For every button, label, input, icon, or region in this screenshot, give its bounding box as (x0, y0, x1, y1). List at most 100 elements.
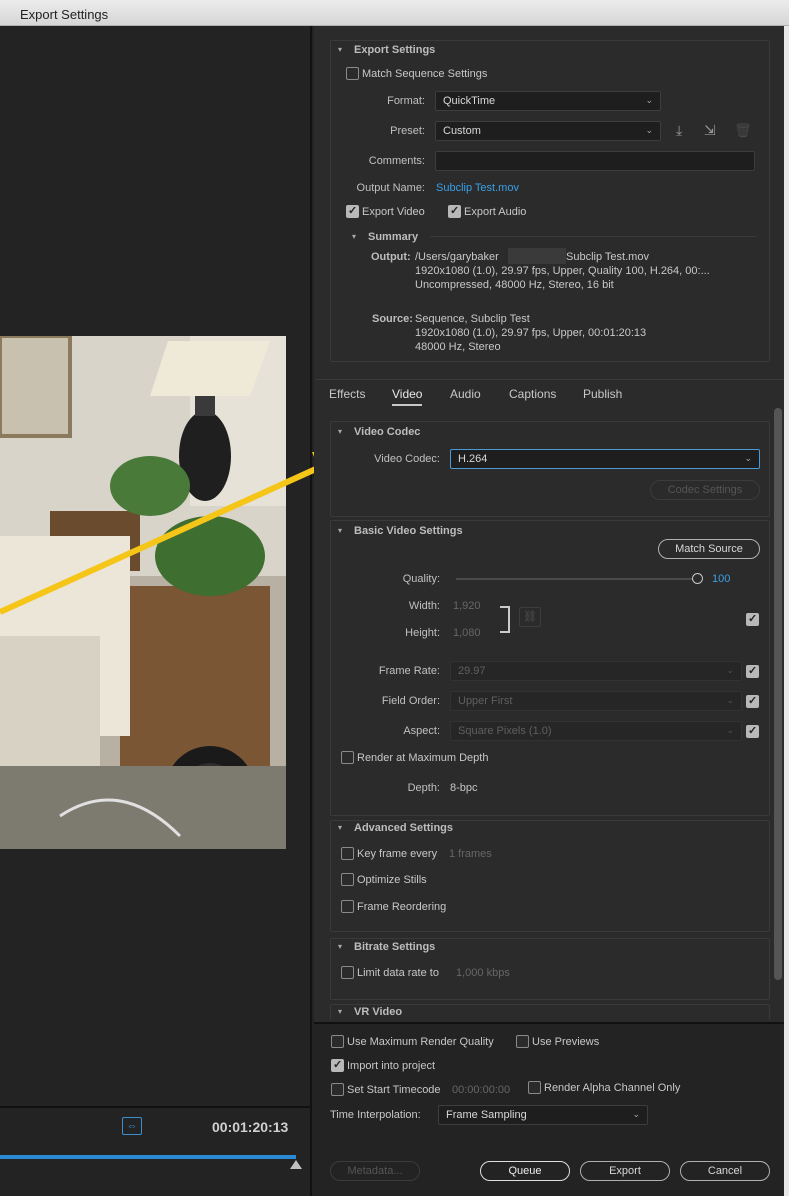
playhead-marker-icon[interactable] (290, 1160, 302, 1169)
chevron-down-icon: ⌄ (726, 665, 734, 675)
comments-input[interactable] (435, 151, 755, 171)
window-titlebar: Export Settings (0, 0, 789, 26)
frame-rate-dropdown[interactable]: 29.97 ⌄ (450, 661, 742, 681)
aspect-checkbox[interactable] (746, 725, 759, 738)
output-label: Output: (371, 251, 411, 263)
format-dropdown[interactable]: QuickTime ⌄ (435, 91, 661, 111)
format-label: Format: (387, 95, 425, 107)
timeline-scrubber[interactable] (0, 1155, 296, 1159)
metadata-button[interactable]: Metadata... (330, 1161, 420, 1181)
max-render-quality-checkbox[interactable] (331, 1035, 344, 1048)
width-label: Width: (408, 600, 440, 612)
match-sequence-label: Match Sequence Settings (362, 68, 488, 80)
source-line-2: 1920x1080 (1.0), 29.97 fps, Upper, 00:01… (415, 327, 647, 339)
set-start-timecode-checkbox[interactable] (331, 1083, 344, 1096)
preset-dropdown[interactable]: Custom ⌄ (435, 121, 661, 141)
quality-label: Quality: (402, 573, 440, 585)
tab-effects[interactable]: Effects (329, 387, 365, 401)
tab-video[interactable]: Video (392, 387, 423, 406)
field-order-dropdown[interactable]: Upper First ⌄ (450, 691, 742, 711)
field-order-label: Field Order: (381, 695, 440, 707)
settings-scrollbar[interactable] (774, 408, 782, 980)
output-line-1b: Subclip Test.mov (566, 251, 649, 263)
bitrate-settings-title: Bitrate Settings (354, 941, 436, 953)
frame-rate-label: Frame Rate: (378, 665, 440, 677)
quality-value[interactable]: 100 (712, 573, 730, 585)
advanced-settings-title: Advanced Settings (354, 822, 454, 834)
preset-label: Preset: (390, 125, 425, 137)
export-video-label: Export Video (362, 206, 425, 218)
unlink-icon[interactable]: ⛓ (519, 607, 541, 627)
tab-audio[interactable]: Audio (450, 387, 481, 401)
export-audio-checkbox[interactable] (448, 205, 461, 218)
cancel-button[interactable]: Cancel (680, 1161, 770, 1181)
dimensions-checkbox[interactable] (746, 613, 759, 626)
limit-data-rate-value[interactable]: 1,000 kbps (456, 967, 510, 979)
optimize-stills-checkbox[interactable] (341, 873, 354, 886)
keyframe-checkbox[interactable] (341, 847, 354, 860)
frame-rate-checkbox[interactable] (746, 665, 759, 678)
collapse-icon[interactable]: ▾ (338, 45, 342, 54)
frame-reordering-checkbox[interactable] (341, 900, 354, 913)
height-value[interactable]: 1,080 (453, 627, 481, 639)
output-name-label: Output Name: (356, 182, 425, 194)
time-interpolation-label: Time Interpolation: (330, 1109, 421, 1121)
render-max-depth-checkbox[interactable] (341, 751, 354, 764)
use-previews-label: Use Previews (532, 1036, 600, 1048)
chevron-down-icon: ⌄ (632, 1109, 640, 1119)
output-line-1: /Users/garybaker (415, 251, 499, 263)
import-into-project-checkbox[interactable] (331, 1059, 344, 1072)
use-previews-checkbox[interactable] (516, 1035, 529, 1048)
source-line-3: 48000 Hz, Stereo (415, 341, 501, 353)
collapse-icon[interactable]: ▾ (338, 823, 342, 832)
collapse-icon[interactable]: ▾ (352, 232, 356, 241)
quality-slider-thumb[interactable] (692, 573, 703, 584)
output-name-link[interactable]: Subclip Test.mov (436, 182, 519, 194)
export-settings-title: Export Settings (354, 44, 436, 56)
alpha-channel-checkbox[interactable] (528, 1081, 541, 1094)
frame-reordering-label: Frame Reordering (357, 901, 447, 913)
aspect-label: Aspect: (403, 725, 440, 737)
chevron-down-icon: ⌄ (645, 125, 653, 135)
timecode-display: 00:01:20:13 (212, 1119, 289, 1135)
export-audio-label: Export Audio (464, 206, 527, 218)
link-bracket (500, 606, 510, 633)
source-label: Source: (372, 313, 413, 325)
import-into-project-label: Import into project (347, 1060, 436, 1072)
annotation-arrow (0, 452, 348, 615)
import-preset-icon[interactable]: ⇲ (704, 122, 716, 139)
start-timecode-value[interactable]: 00:00:00:00 (452, 1084, 510, 1096)
output-line-3: Uncompressed, 48000 Hz, Stereo, 16 bit (415, 279, 614, 291)
quality-slider-track[interactable] (456, 578, 698, 580)
delete-preset-icon[interactable]: 🗑 (734, 122, 752, 139)
keyframe-value[interactable]: 1 frames (449, 848, 492, 860)
match-sequence-checkbox[interactable] (346, 67, 359, 80)
collapse-icon[interactable]: ▾ (338, 427, 342, 436)
field-order-checkbox[interactable] (746, 695, 759, 708)
tab-publish[interactable]: Publish (583, 387, 622, 401)
aspect-dropdown[interactable]: Square Pixels (1.0) ⌄ (450, 721, 742, 741)
queue-button[interactable]: Queue (480, 1161, 570, 1181)
redacted-block (508, 248, 566, 264)
timeline-divider (0, 1106, 312, 1108)
export-video-checkbox[interactable] (346, 205, 359, 218)
width-value[interactable]: 1,920 (453, 600, 481, 612)
source-line-1: Sequence, Subclip Test (415, 313, 530, 325)
chevron-down-icon: ⌄ (645, 95, 653, 105)
collapse-icon[interactable]: ▾ (338, 526, 342, 535)
codec-settings-button[interactable]: Codec Settings (650, 480, 760, 500)
collapse-icon[interactable]: ▾ (338, 942, 342, 951)
tab-captions[interactable]: Captions (509, 387, 556, 401)
collapse-icon[interactable]: ▾ (338, 1007, 342, 1016)
fit-frame-icon[interactable]: ⇔ (122, 1117, 142, 1135)
match-source-button[interactable]: Match Source (658, 539, 760, 559)
export-button[interactable]: Export (580, 1161, 670, 1181)
video-codec-label: Video Codec: (374, 453, 440, 465)
set-start-timecode-label: Set Start Timecode (347, 1084, 441, 1096)
save-preset-icon[interactable]: ⤓ (676, 122, 682, 139)
summary-title: Summary (368, 231, 419, 243)
limit-data-rate-checkbox[interactable] (341, 966, 354, 979)
time-interpolation-dropdown[interactable]: Frame Sampling ⌄ (438, 1105, 648, 1125)
video-codec-dropdown[interactable]: H.264 ⌄ (450, 449, 760, 469)
vr-video-title: VR Video (354, 1006, 403, 1018)
